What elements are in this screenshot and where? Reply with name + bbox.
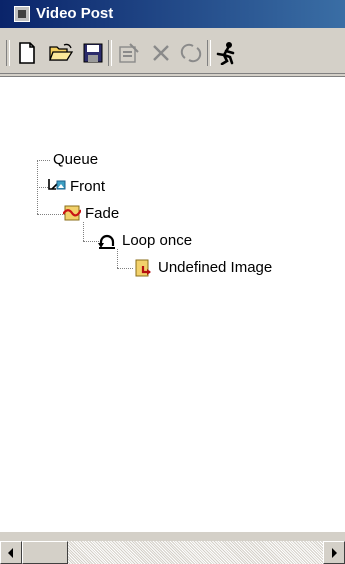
toolbar xyxy=(0,28,345,74)
title-bar[interactable]: Video Post xyxy=(0,0,345,28)
arrow-left-icon xyxy=(8,547,13,558)
open-sequence-button[interactable] xyxy=(48,40,74,66)
delete-icon xyxy=(153,45,169,61)
new-document-icon xyxy=(19,42,35,64)
new-sequence-button[interactable] xyxy=(14,40,40,66)
tree-item-front[interactable]: Front xyxy=(70,178,105,196)
edit-properties-icon xyxy=(119,43,139,63)
save-disk-icon xyxy=(83,43,103,63)
delete-event-button[interactable] xyxy=(148,40,174,66)
scroll-right-button[interactable] xyxy=(323,541,345,564)
video-post-window: Video Post Queue Front Fade Loop once Un… xyxy=(0,0,345,564)
tree-connector xyxy=(37,187,48,189)
tree-connector xyxy=(117,268,133,270)
app-icon xyxy=(14,6,30,22)
tree-connector xyxy=(37,160,50,162)
tree-connector xyxy=(83,222,85,241)
tree-item-undefined-image[interactable]: Undefined Image xyxy=(158,259,272,277)
tree-connector xyxy=(117,249,119,268)
window-title: Video Post xyxy=(36,5,114,22)
loop-icon xyxy=(98,234,115,249)
tree-connector xyxy=(83,241,99,243)
toolbar-separator xyxy=(108,40,112,66)
fade-filter-icon xyxy=(63,205,81,221)
toolbar-separator xyxy=(6,40,10,66)
arrow-right-icon xyxy=(332,547,337,558)
tree-item-fade[interactable]: Fade xyxy=(85,205,119,223)
execute-sequence-icon xyxy=(216,42,235,65)
tree-root-queue[interactable]: Queue xyxy=(53,151,98,169)
scroll-thumb[interactable] xyxy=(22,541,68,564)
open-folder-icon xyxy=(49,43,73,61)
save-sequence-button[interactable] xyxy=(80,40,106,66)
horizontal-scrollbar[interactable] xyxy=(0,541,345,564)
tree-item-loop-once[interactable]: Loop once xyxy=(122,232,192,250)
execute-sequence-button[interactable] xyxy=(213,40,239,66)
scroll-left-button[interactable] xyxy=(0,541,22,564)
tree-connector xyxy=(37,214,65,216)
image-output-icon xyxy=(135,259,151,277)
toolbar-separator xyxy=(207,40,211,66)
swap-icon xyxy=(180,43,202,63)
edit-event-button[interactable] xyxy=(116,40,142,66)
swap-events-button[interactable] xyxy=(178,40,204,66)
queue-tree-view[interactable]: Queue Front Fade Loop once Undefined Ima… xyxy=(0,76,345,532)
image-input-icon xyxy=(48,179,66,190)
